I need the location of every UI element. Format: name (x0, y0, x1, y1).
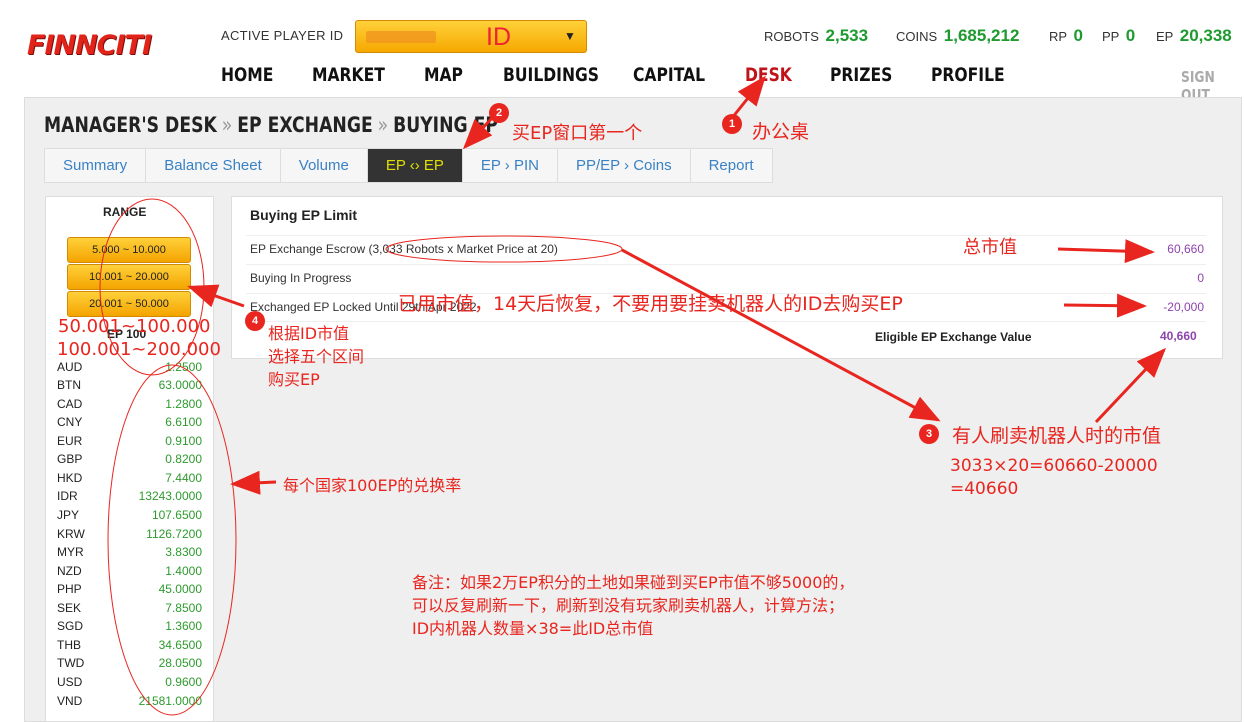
annotation-badge: 4 (245, 311, 265, 331)
annotation-tab: 买EP窗口第一个 (512, 123, 643, 144)
annotation-desk: 办公桌 (752, 121, 810, 143)
arrow-escrow (621, 248, 941, 422)
arrow-range (187, 284, 245, 308)
annotation-range-note: 选择五个区间 (268, 347, 365, 366)
arrow-tab (462, 116, 494, 150)
annotation-range-note: 根据ID市值 (268, 324, 350, 343)
rates-ellipse (107, 364, 237, 716)
arrow-desk (730, 75, 766, 119)
annotation-calc-1: 3033×20=60660-20000 (950, 456, 1158, 476)
arrow-eligible (1094, 347, 1167, 424)
arrow-locked (1063, 293, 1147, 318)
annotation-badge: 3 (919, 424, 939, 444)
annotation-badge: 1 (722, 114, 742, 134)
annotation-robot-sale: 有人刷卖机器人时的市值 (952, 425, 1162, 447)
annotation-range-extra: 100.001~200.000 (57, 339, 221, 360)
annotation-remark: 可以反复刷新一下，刷新到没有玩家刷卖机器人，计算方法； (412, 596, 845, 615)
annotation-badge: 2 (489, 103, 509, 123)
annotation-total: 总市值 (963, 237, 1017, 258)
annotation-calc-2: =40660 (950, 479, 1019, 499)
arrow-total (1057, 239, 1155, 264)
annotation-rate-note: 每个国家100EP的兑换率 (283, 476, 462, 495)
annotation-used: 已用市值，14天后恢复，不要用要挂卖机器人的ID去购买EP (398, 293, 903, 315)
arrow-rates (230, 470, 277, 495)
annotation-range-note: 购买EP (268, 370, 320, 389)
annotation-range-extra: 50.001~100.000 (58, 316, 211, 337)
annotation-remark: 备注：如果2万EP积分的土地如果碰到买EP市值不够5000的， (412, 573, 855, 592)
annotation-remark: ID内机器人数量×38=此ID总市值 (412, 619, 654, 638)
escrow-ellipse (385, 235, 623, 263)
